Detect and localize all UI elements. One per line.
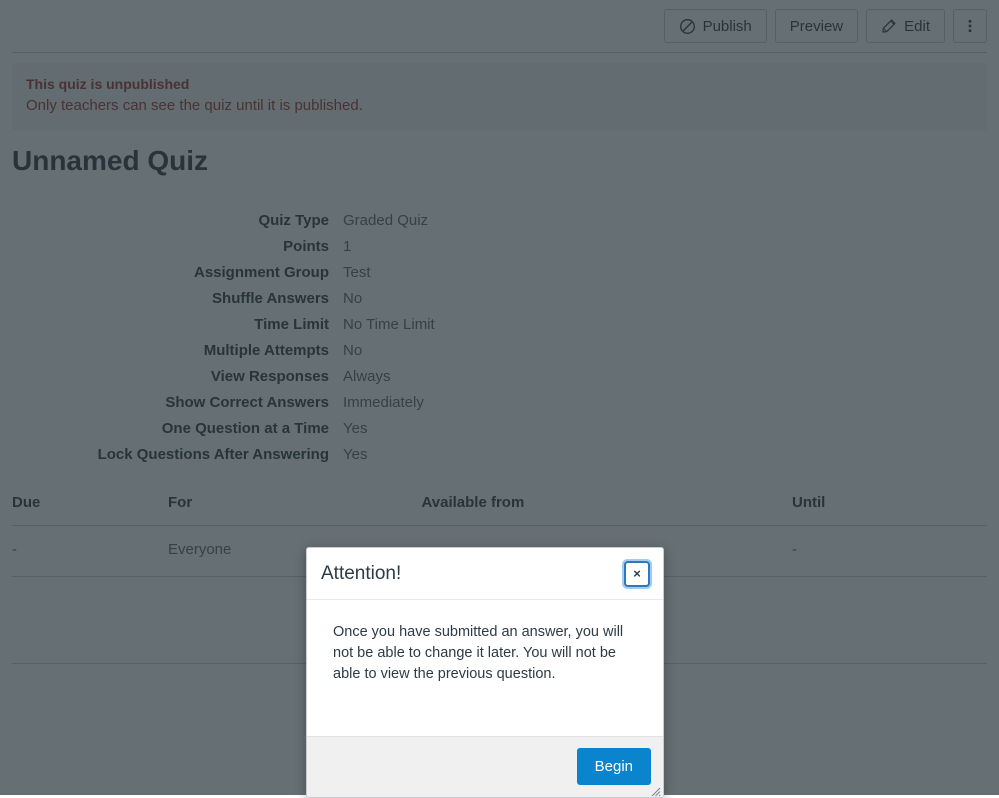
begin-button[interactable]: Begin <box>576 748 651 785</box>
close-icon[interactable]: × <box>626 562 648 585</box>
modal-body: Once you have submitted an answer, you w… <box>307 600 663 736</box>
modal-header: Attention! × <box>307 548 663 600</box>
attention-modal: Attention! × Once you have submitted an … <box>306 547 664 798</box>
resize-grip-icon[interactable] <box>649 784 661 797</box>
modal-footer: Begin <box>307 736 663 797</box>
modal-title: Attention! <box>321 562 402 584</box>
modal-message: Once you have submitted an answer, you w… <box>333 624 624 682</box>
